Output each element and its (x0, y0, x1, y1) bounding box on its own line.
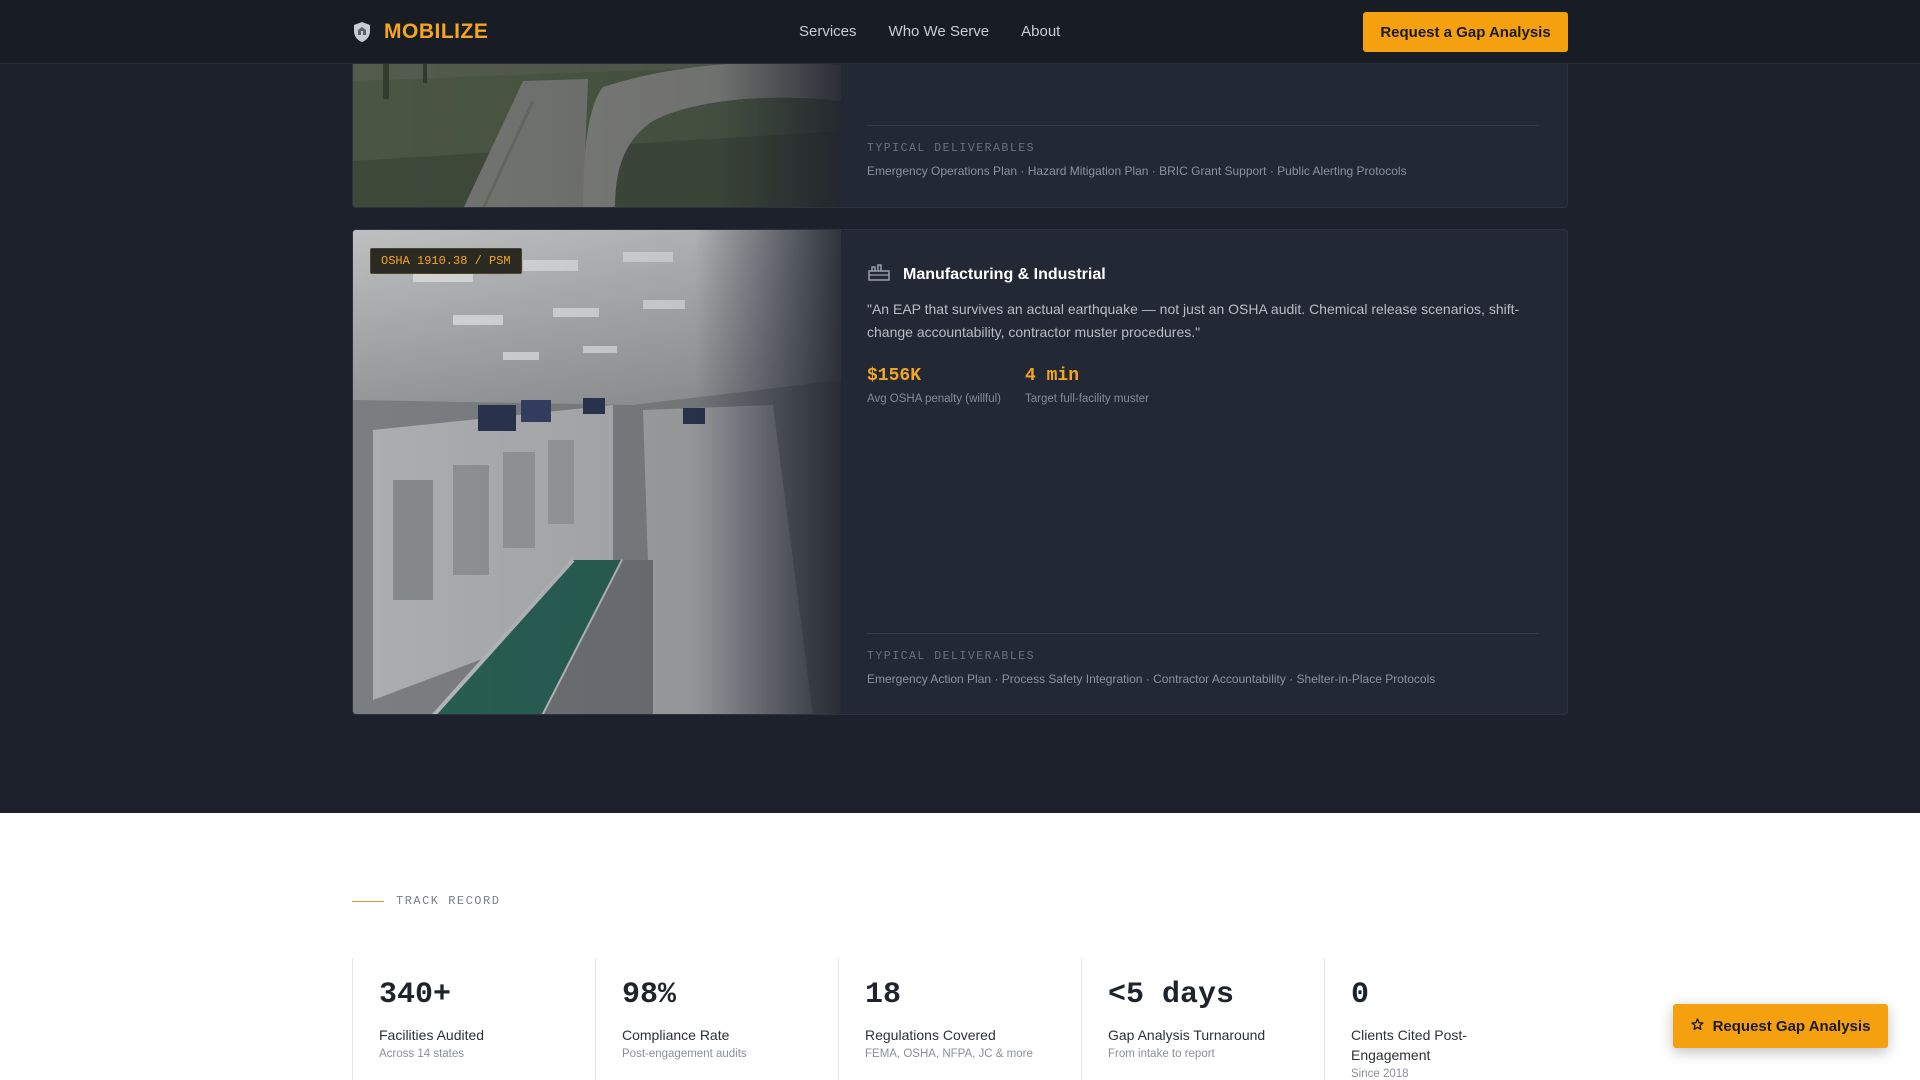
star-icon (1690, 1017, 1704, 1035)
deliverables-section: TYPICAL DELIVERABLES Emergency Action Pl… (867, 633, 1539, 686)
card-body: TYPICAL DELIVERABLES Emergency Operation… (867, 41, 1539, 207)
main-nav: Services Who We Serve About (799, 23, 1060, 40)
metric-label: Avg OSHA penalty (willful) (867, 393, 1002, 405)
shield-icon (352, 21, 372, 43)
track-record-section: TRACK RECORD 340+ Facilities Audited Acr… (0, 813, 1920, 1080)
stat-label: Facilities Audited (379, 1027, 485, 1043)
stat-sublabel: FEMA, OSHA, NFPA, JC & more (865, 1048, 1033, 1060)
stat-turnaround: <5 days Gap Analysis Turnaround From int… (1081, 958, 1324, 1080)
nav-who-we-serve[interactable]: Who We Serve (889, 23, 990, 40)
stat-value: 98% (622, 978, 677, 1012)
stat-label: Clients Cited Post-Engagement (1351, 1027, 1467, 1063)
stat-sublabel: Since 2018 (1351, 1068, 1409, 1080)
deliverables-label: TYPICAL DELIVERABLES (867, 650, 1036, 663)
metric-osha-penalty: $156K Avg OSHA penalty (willful) (867, 366, 1001, 405)
stat-label: Regulations Covered (865, 1027, 996, 1043)
nav-services[interactable]: Services (799, 23, 857, 40)
stats-row: 340+ Facilities Audited Across 14 states… (352, 958, 1568, 1080)
stat-label: Compliance Rate (622, 1027, 730, 1043)
accent-line (352, 900, 384, 902)
factory-floor-image (353, 230, 841, 714)
industry-card-manufacturing: OSHA 1910.38 / PSM Manufacturing & Indus… (352, 229, 1568, 715)
floating-cta-label: Request Gap Analysis (1712, 1017, 1871, 1035)
stat-value: <5 days (1108, 978, 1235, 1012)
metric-value: $156K (867, 366, 922, 386)
stat-sublabel: Post-engagement audits (622, 1048, 747, 1060)
stat-label: Gap Analysis Turnaround (1108, 1027, 1266, 1043)
stat-value: 340+ (379, 978, 452, 1012)
nav-about[interactable]: About (1021, 23, 1060, 40)
deliverables-list: Emergency Operations Plan · Hazard Mitig… (867, 164, 1407, 178)
brand-logo[interactable]: MOBILIZE (352, 20, 488, 44)
stat-sublabel: From intake to report (1108, 1048, 1215, 1060)
section-label: TRACK RECORD (396, 894, 501, 908)
industry-card-government: TYPICAL DELIVERABLES Emergency Operation… (352, 40, 1568, 208)
metric-muster-time: 4 min Target full-facility muster (1025, 366, 1149, 405)
stat-facilities-audited: 340+ Facilities Audited Across 14 states (352, 958, 595, 1080)
industry-quote: "An EAP that survives an actual earthqua… (867, 301, 1520, 340)
metric-value: 4 min (1025, 366, 1080, 386)
industry-title-row: Manufacturing & Industrial (867, 262, 1106, 287)
deliverables-section: TYPICAL DELIVERABLES Emergency Operation… (867, 125, 1539, 178)
stat-sublabel: Across 14 states (379, 1048, 465, 1060)
stat-compliance-rate: 98% Compliance Rate Post-engagement audi… (595, 958, 838, 1080)
track-record-heading: TRACK RECORD (352, 894, 500, 908)
industry-metrics: $156K Avg OSHA penalty (willful) 4 min T… (867, 366, 1149, 405)
metric-label: Target full-facility muster (1025, 393, 1149, 405)
stat-value: 0 (1351, 978, 1370, 1012)
request-gap-analysis-button[interactable]: Request a Gap Analysis (1363, 12, 1568, 52)
regulation-badge: OSHA 1910.38 / PSM (370, 248, 522, 274)
factory-icon (867, 262, 891, 287)
card-body: Manufacturing & Industrial "An EAP that … (867, 230, 1539, 714)
stat-regulations-covered: 18 Regulations Covered FEMA, OSHA, NFPA,… (838, 958, 1081, 1080)
site-header: MOBILIZE Services Who We Serve About Req… (0, 0, 1920, 64)
campus-walkway-image (353, 41, 841, 207)
deliverables-label: TYPICAL DELIVERABLES (867, 142, 1036, 155)
deliverables-list: Emergency Action Plan · Process Safety I… (867, 672, 1436, 686)
floating-request-gap-analysis-button[interactable]: Request Gap Analysis (1673, 1004, 1888, 1048)
stat-value: 18 (865, 978, 902, 1012)
industry-title: Manufacturing & Industrial (903, 265, 1106, 283)
brand-name: MOBILIZE (384, 20, 489, 43)
stat-clients-cited: 0 Clients Cited Post-Engagement Since 20… (1324, 958, 1524, 1080)
